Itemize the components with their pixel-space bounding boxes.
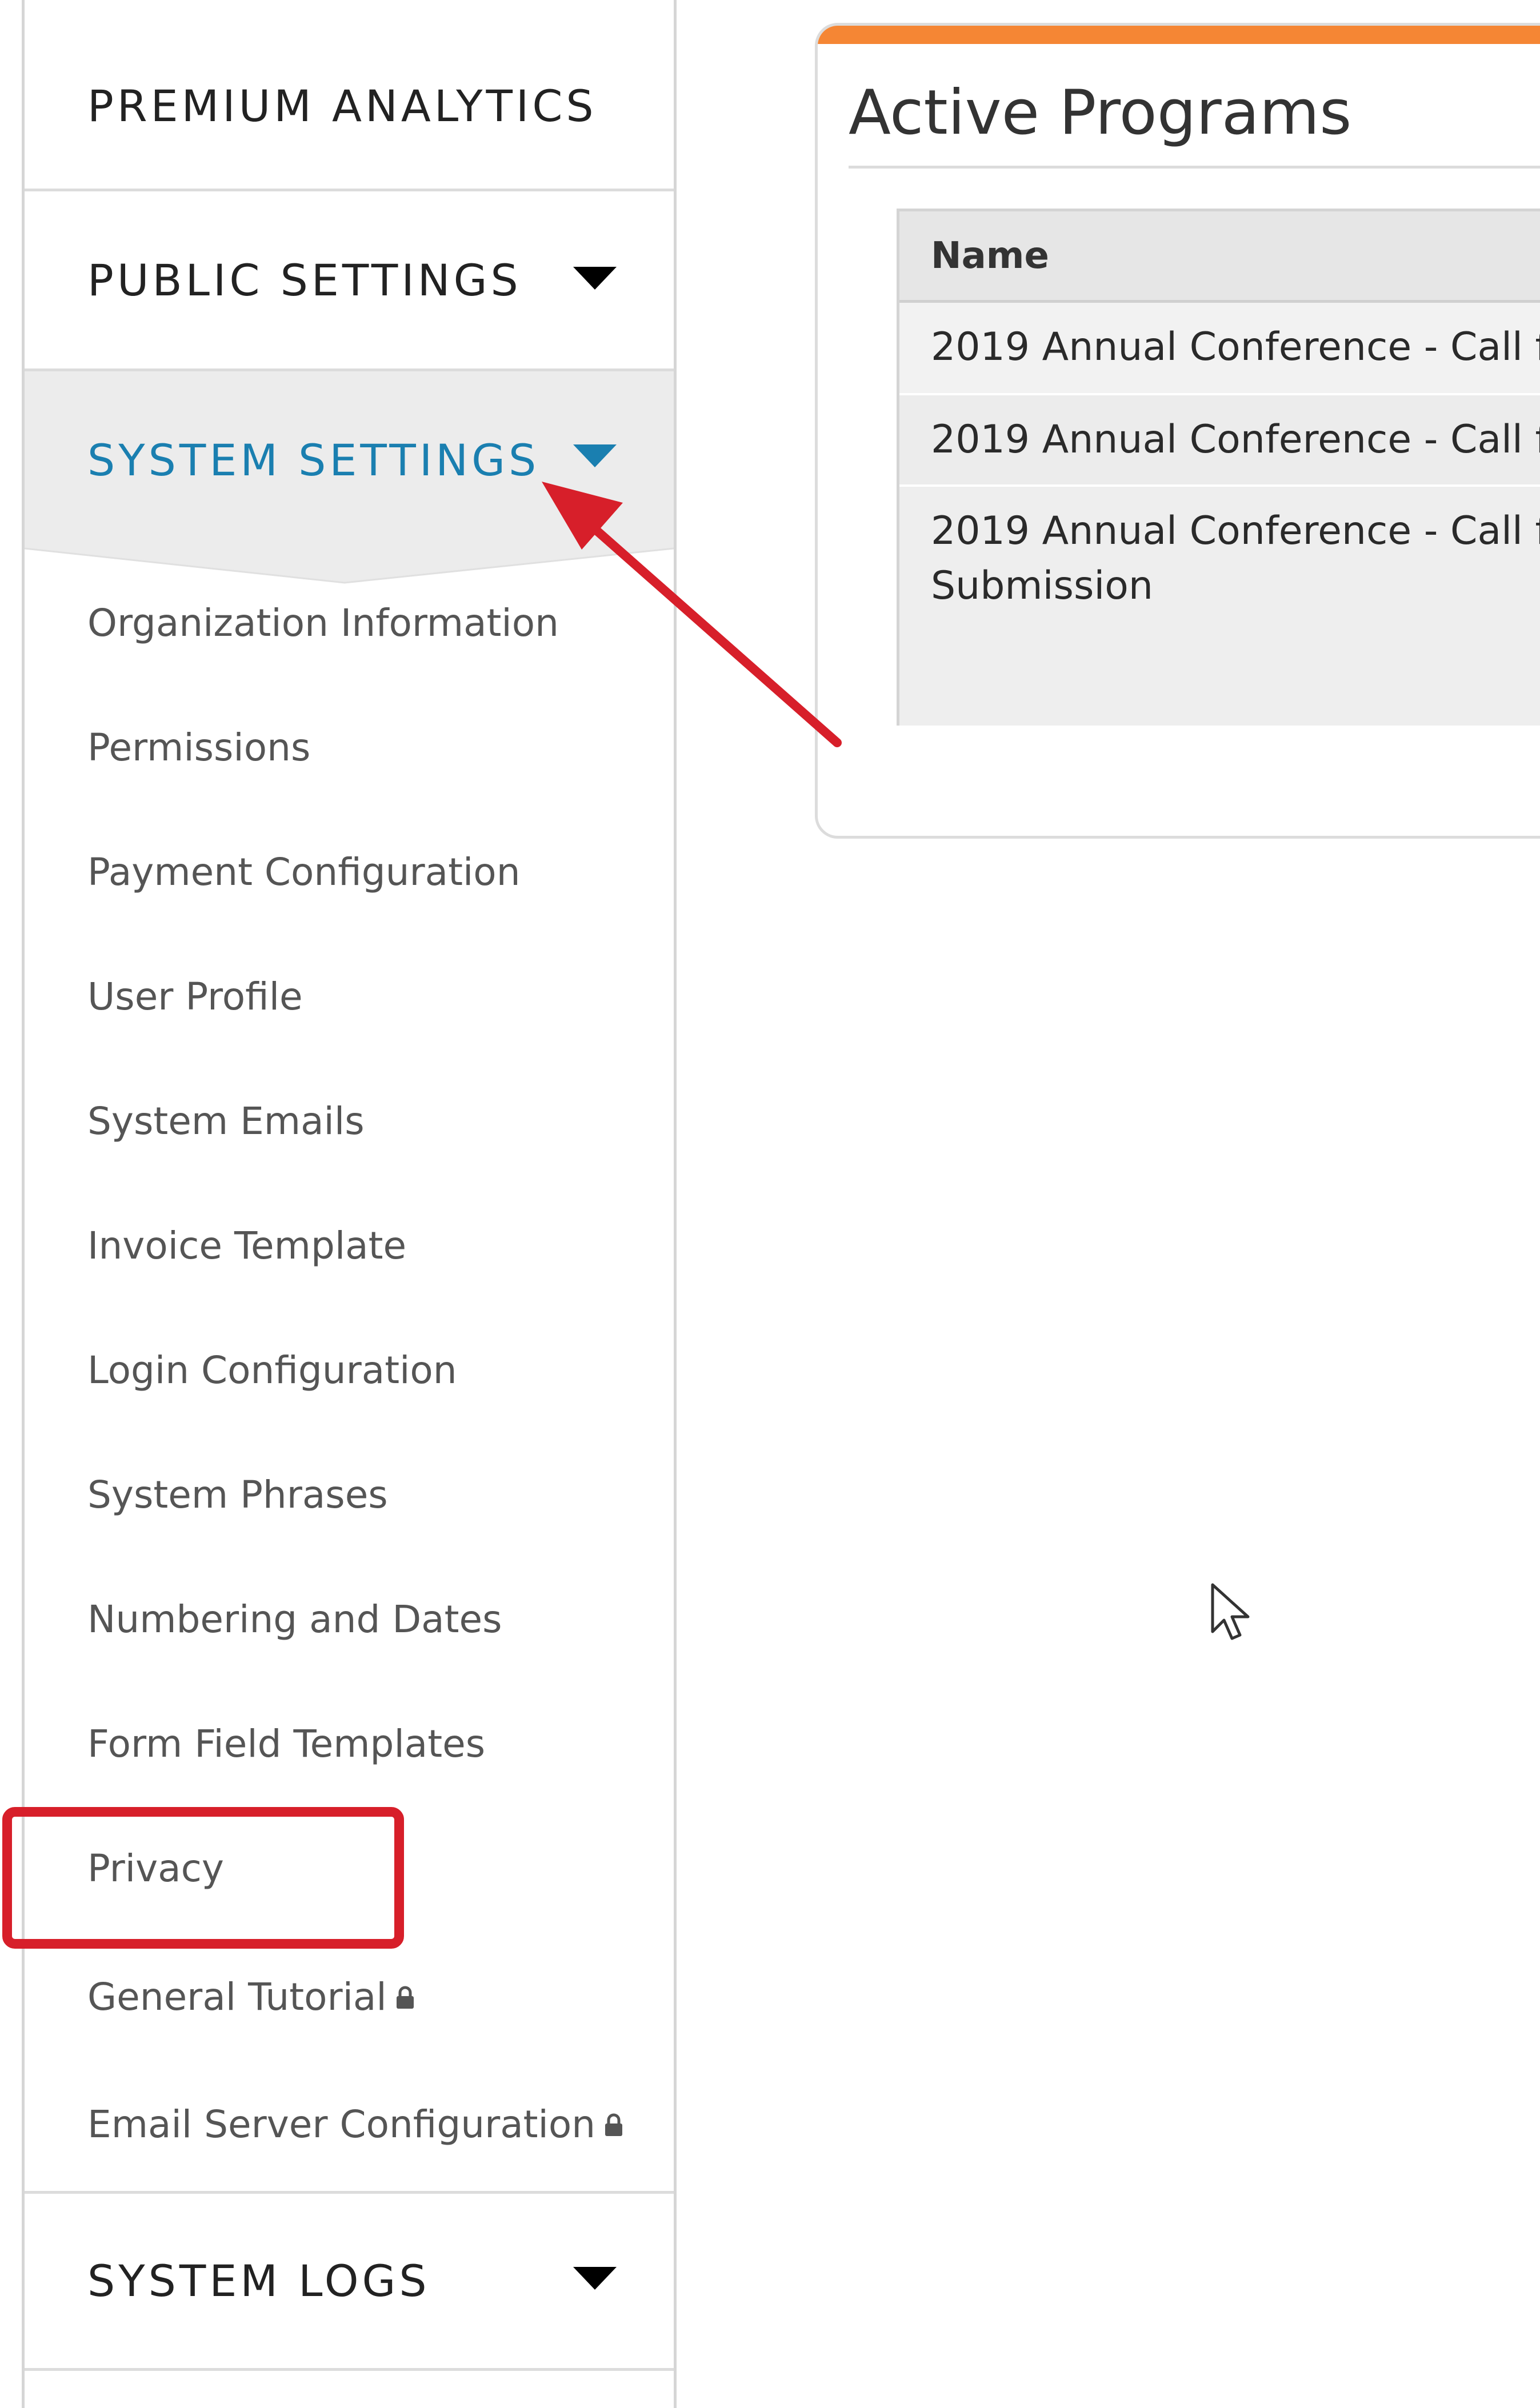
table-row[interactable]: 2019 Annual Conference - Call for Submis…: [899, 487, 1540, 726]
sidebar-item-label: Login Configuration: [87, 1348, 457, 1392]
sidebar-item-organization-information[interactable]: Organization Information: [87, 597, 559, 648]
sidebar-item-label: Email Server Configuration: [87, 2102, 596, 2146]
title-divider: [849, 166, 1540, 169]
page-title: Active Programs: [849, 77, 1352, 149]
sidebar-section-label: PUBLIC SETTINGS: [87, 254, 522, 306]
sidebar-section-public-settings[interactable]: PUBLIC SETTINGS: [25, 191, 674, 371]
sidebar-item-label: Permissions: [87, 725, 311, 770]
sidebar-item-label: Numbering and Dates: [87, 1597, 502, 1641]
caret-down-icon: [573, 444, 617, 467]
sidebar-item-general-tutorial[interactable]: General Tutorial: [87, 1971, 417, 2022]
sidebar-item-login-configuration[interactable]: Login Configuration: [87, 1344, 457, 1396]
sidebar-section-label: PREMIUM ANALYTICS: [87, 80, 597, 131]
privacy-highlight-annotation: [2, 1807, 404, 1949]
sidebar-section-system-settings[interactable]: SYSTEM SETTINGS: [25, 371, 674, 548]
sidebar-item-label: Organization Information: [87, 600, 559, 645]
sidebar-item-label: Form Field Templates: [87, 1721, 486, 1766]
sidebar-section-next[interactable]: [25, 2371, 674, 2408]
sidebar-item-email-server-configuration[interactable]: Email Server Configuration: [87, 2098, 625, 2150]
sidebar-item-label: System Emails: [87, 1099, 365, 1143]
sidebar-item-invoice-template[interactable]: Invoice Template: [87, 1220, 406, 1271]
sidebar-section-label: SYSTEM SETTINGS: [87, 434, 540, 486]
table-row[interactable]: 2019 Annual Conference - Call for: [899, 303, 1540, 395]
sidebar-item-form-field-templates[interactable]: Form Field Templates: [87, 1718, 485, 1769]
caret-down-icon: [573, 2267, 617, 2290]
sidebar-section-premium-analytics[interactable]: PREMIUM ANALYTICS: [25, 23, 674, 191]
sidebar-item-label: General Tutorial: [87, 1974, 387, 2019]
table-row[interactable]: 2019 Annual Conference - Call for: [899, 395, 1540, 487]
mouse-pointer-icon: [1211, 1583, 1250, 1640]
programs-table: Name 2019 Annual Conference - Call for 2…: [897, 209, 1540, 726]
sidebar-item-label: Payment Configuration: [87, 850, 521, 894]
lock-icon: [602, 2102, 625, 2146]
sidebar-item-system-phrases[interactable]: System Phrases: [87, 1469, 388, 1520]
panel-accent-bar: [818, 26, 1540, 44]
sidebar-item-system-emails[interactable]: System Emails: [87, 1095, 365, 1147]
active-programs-panel: Active Programs Name 2019 Annual Confere…: [815, 23, 1540, 839]
sidebar-item-user-profile[interactable]: User Profile: [87, 971, 303, 1022]
table-header-name[interactable]: Name: [899, 211, 1540, 303]
sidebar-item-payment-configuration[interactable]: Payment Configuration: [87, 846, 521, 898]
sidebar-item-permissions[interactable]: Permissions: [87, 722, 310, 773]
sidebar-item-label: Invoice Template: [87, 1223, 407, 1268]
caret-down-icon: [573, 267, 617, 290]
sidebar-section-system-logs[interactable]: SYSTEM LOGS: [25, 2191, 674, 2371]
sidebar: PREMIUM ANALYTICS PUBLIC SETTINGS SYSTEM…: [22, 0, 677, 2408]
active-section-pointer: [25, 547, 674, 584]
sidebar-item-numbering-and-dates[interactable]: Numbering and Dates: [87, 1593, 502, 1645]
sidebar-item-label: User Profile: [87, 974, 303, 1019]
lock-icon: [394, 1975, 417, 2019]
sidebar-section-label: SYSTEM LOGS: [87, 2255, 430, 2306]
sidebar-item-label: System Phrases: [87, 1472, 388, 1517]
